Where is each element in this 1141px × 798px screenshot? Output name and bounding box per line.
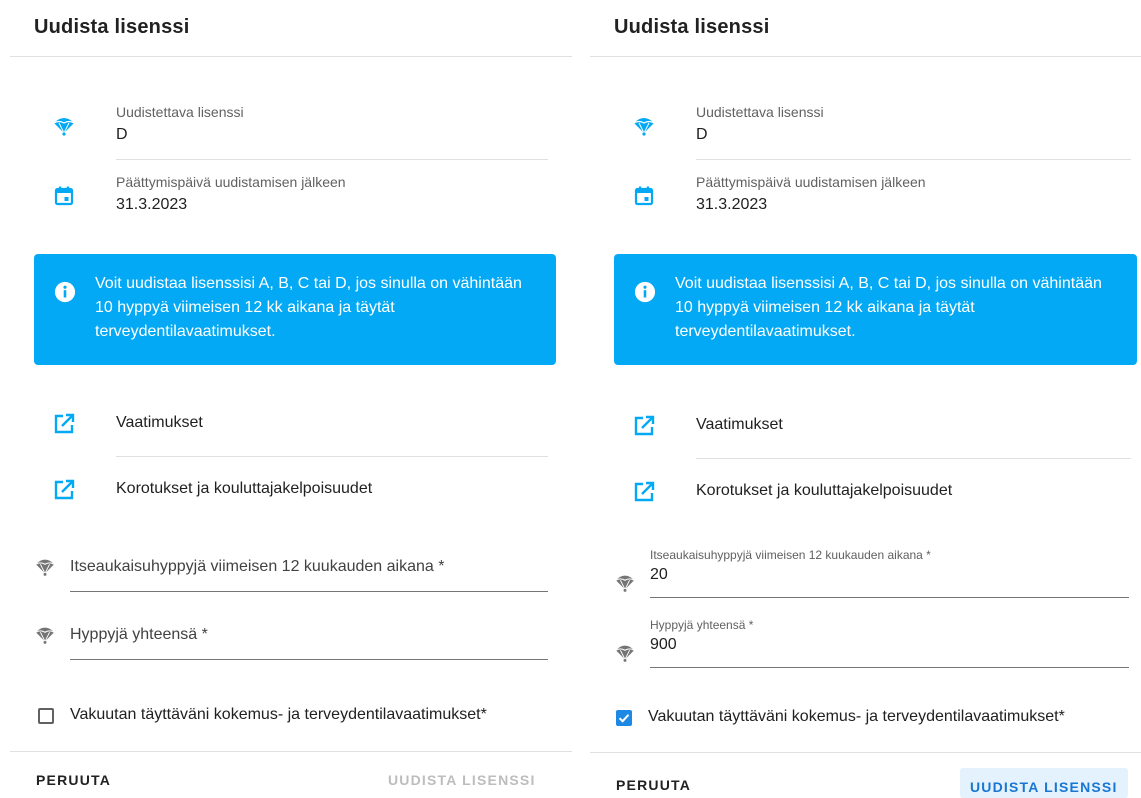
parachute-icon	[53, 118, 75, 136]
license-label: Uudistettava lisenssi	[116, 104, 244, 120]
confirm-checkbox[interactable]	[616, 710, 632, 726]
ratings-instructor-link[interactable]: Korotukset ja kouluttajakelpoisuudet	[632, 472, 1117, 512]
expiry-info-row: Päättymispäivä uudistamisen jälkeen 31.3…	[52, 174, 548, 234]
requirements-link-label: Vaatimukset	[696, 416, 783, 433]
expiry-value: 31.3.2023	[696, 196, 768, 213]
info-alert: Voit uudistaa lisenssisi A, B, C tai D, …	[614, 254, 1137, 365]
footer-divider	[10, 751, 572, 752]
total-jumps-placeholder: Hyppyjä yhteensä *	[70, 626, 208, 643]
total-jumps-value: 900	[650, 636, 677, 653]
expiry-info-row: Päättymispäivä uudistamisen jälkeen 31.3…	[632, 174, 1117, 234]
dialog-title: Uudista lisenssi	[34, 16, 190, 38]
confirm-checkbox-label: Vakuutan täyttäväni kokemus- ja terveyde…	[648, 708, 1065, 725]
row-divider	[696, 159, 1131, 160]
renew-license-dialog-filled: Uudista lisenssi Uudistettava lisenssi D…	[590, 0, 1141, 798]
info-alert: Voit uudistaa lisenssisi A, B, C tai D, …	[34, 254, 556, 365]
recent-jumps-input[interactable]: Itseaukaisuhyppyjä viimeisen 12 kuukaude…	[34, 542, 548, 592]
parachute-icon	[615, 575, 635, 592]
parachute-icon	[35, 627, 55, 644]
parachute-icon	[633, 118, 655, 136]
info-icon	[54, 281, 76, 303]
ratings-instructor-link-label: Korotukset ja kouluttajakelpoisuudet	[696, 482, 953, 499]
expiry-label: Päättymispäivä uudistamisen jälkeen	[696, 174, 926, 190]
recent-jumps-placeholder: Itseaukaisuhyppyjä viimeisen 12 kuukaude…	[70, 558, 445, 575]
recent-jumps-input[interactable]: Itseaukaisuhyppyjä viimeisen 12 kuukaude…	[614, 548, 1129, 598]
renew-license-button[interactable]: UUDISTA LISENSSI	[960, 768, 1128, 798]
requirements-link[interactable]: Vaatimukset	[52, 404, 548, 444]
license-info-row: Uudistettava lisenssi D	[632, 104, 1117, 164]
row-divider	[116, 159, 548, 160]
input-underline	[650, 667, 1129, 668]
cancel-button[interactable]: PERUUTA	[606, 775, 701, 798]
total-jumps-input[interactable]: Hyppyjä yhteensä *	[34, 610, 548, 660]
confirm-checkbox[interactable]	[38, 708, 54, 724]
footer-divider	[590, 752, 1141, 753]
renew-license-dialog-empty: Uudista lisenssi Uudistettava lisenssi D…	[10, 0, 572, 798]
recent-jumps-value: 20	[650, 566, 668, 583]
renew-license-button[interactable]: UUDISTA LISENSSI	[378, 764, 546, 796]
requirements-link-label: Vaatimukset	[116, 414, 203, 431]
parachute-icon	[35, 559, 55, 576]
row-divider	[696, 458, 1131, 459]
ratings-instructor-link[interactable]: Korotukset ja kouluttajakelpoisuudet	[52, 470, 548, 510]
license-label: Uudistettava lisenssi	[696, 104, 824, 120]
total-jumps-input[interactable]: Hyppyjä yhteensä * 900	[614, 618, 1129, 668]
open-in-new-icon	[634, 481, 655, 502]
ratings-instructor-link-label: Korotukset ja kouluttajakelpoisuudet	[116, 480, 373, 497]
input-underline	[70, 591, 548, 592]
requirements-link[interactable]: Vaatimukset	[632, 406, 1117, 446]
checkmark-icon	[618, 714, 630, 723]
confirm-checkbox-label: Vakuutan täyttäväni kokemus- ja terveyde…	[70, 706, 487, 723]
row-divider	[116, 456, 548, 457]
info-alert-text: Voit uudistaa lisenssisi A, B, C tai D, …	[675, 275, 1102, 340]
calendar-icon	[54, 186, 74, 206]
info-icon	[634, 281, 656, 303]
confirm-requirements-checkbox-row[interactable]: Vakuutan täyttäväni kokemus- ja terveyde…	[616, 706, 1131, 730]
info-alert-text: Voit uudistaa lisenssisi A, B, C tai D, …	[95, 275, 522, 340]
dialog-title: Uudista lisenssi	[614, 16, 770, 38]
open-in-new-icon	[634, 415, 655, 436]
license-info-row: Uudistettava lisenssi D	[52, 104, 548, 164]
open-in-new-icon	[54, 413, 75, 434]
open-in-new-icon	[54, 479, 75, 500]
input-underline	[70, 659, 548, 660]
title-divider	[10, 56, 572, 57]
title-divider	[590, 56, 1141, 57]
confirm-requirements-checkbox-row[interactable]: Vakuutan täyttäväni kokemus- ja terveyde…	[38, 704, 562, 728]
license-value: D	[696, 126, 708, 143]
expiry-value: 31.3.2023	[116, 196, 188, 213]
recent-jumps-label: Itseaukaisuhyppyjä viimeisen 12 kuukaude…	[650, 548, 931, 562]
license-value: D	[116, 126, 128, 143]
input-underline	[650, 597, 1129, 598]
parachute-icon	[615, 645, 635, 662]
cancel-button[interactable]: PERUUTA	[26, 764, 121, 796]
calendar-icon	[634, 186, 654, 206]
total-jumps-label: Hyppyjä yhteensä *	[650, 618, 754, 632]
expiry-label: Päättymispäivä uudistamisen jälkeen	[116, 174, 346, 190]
